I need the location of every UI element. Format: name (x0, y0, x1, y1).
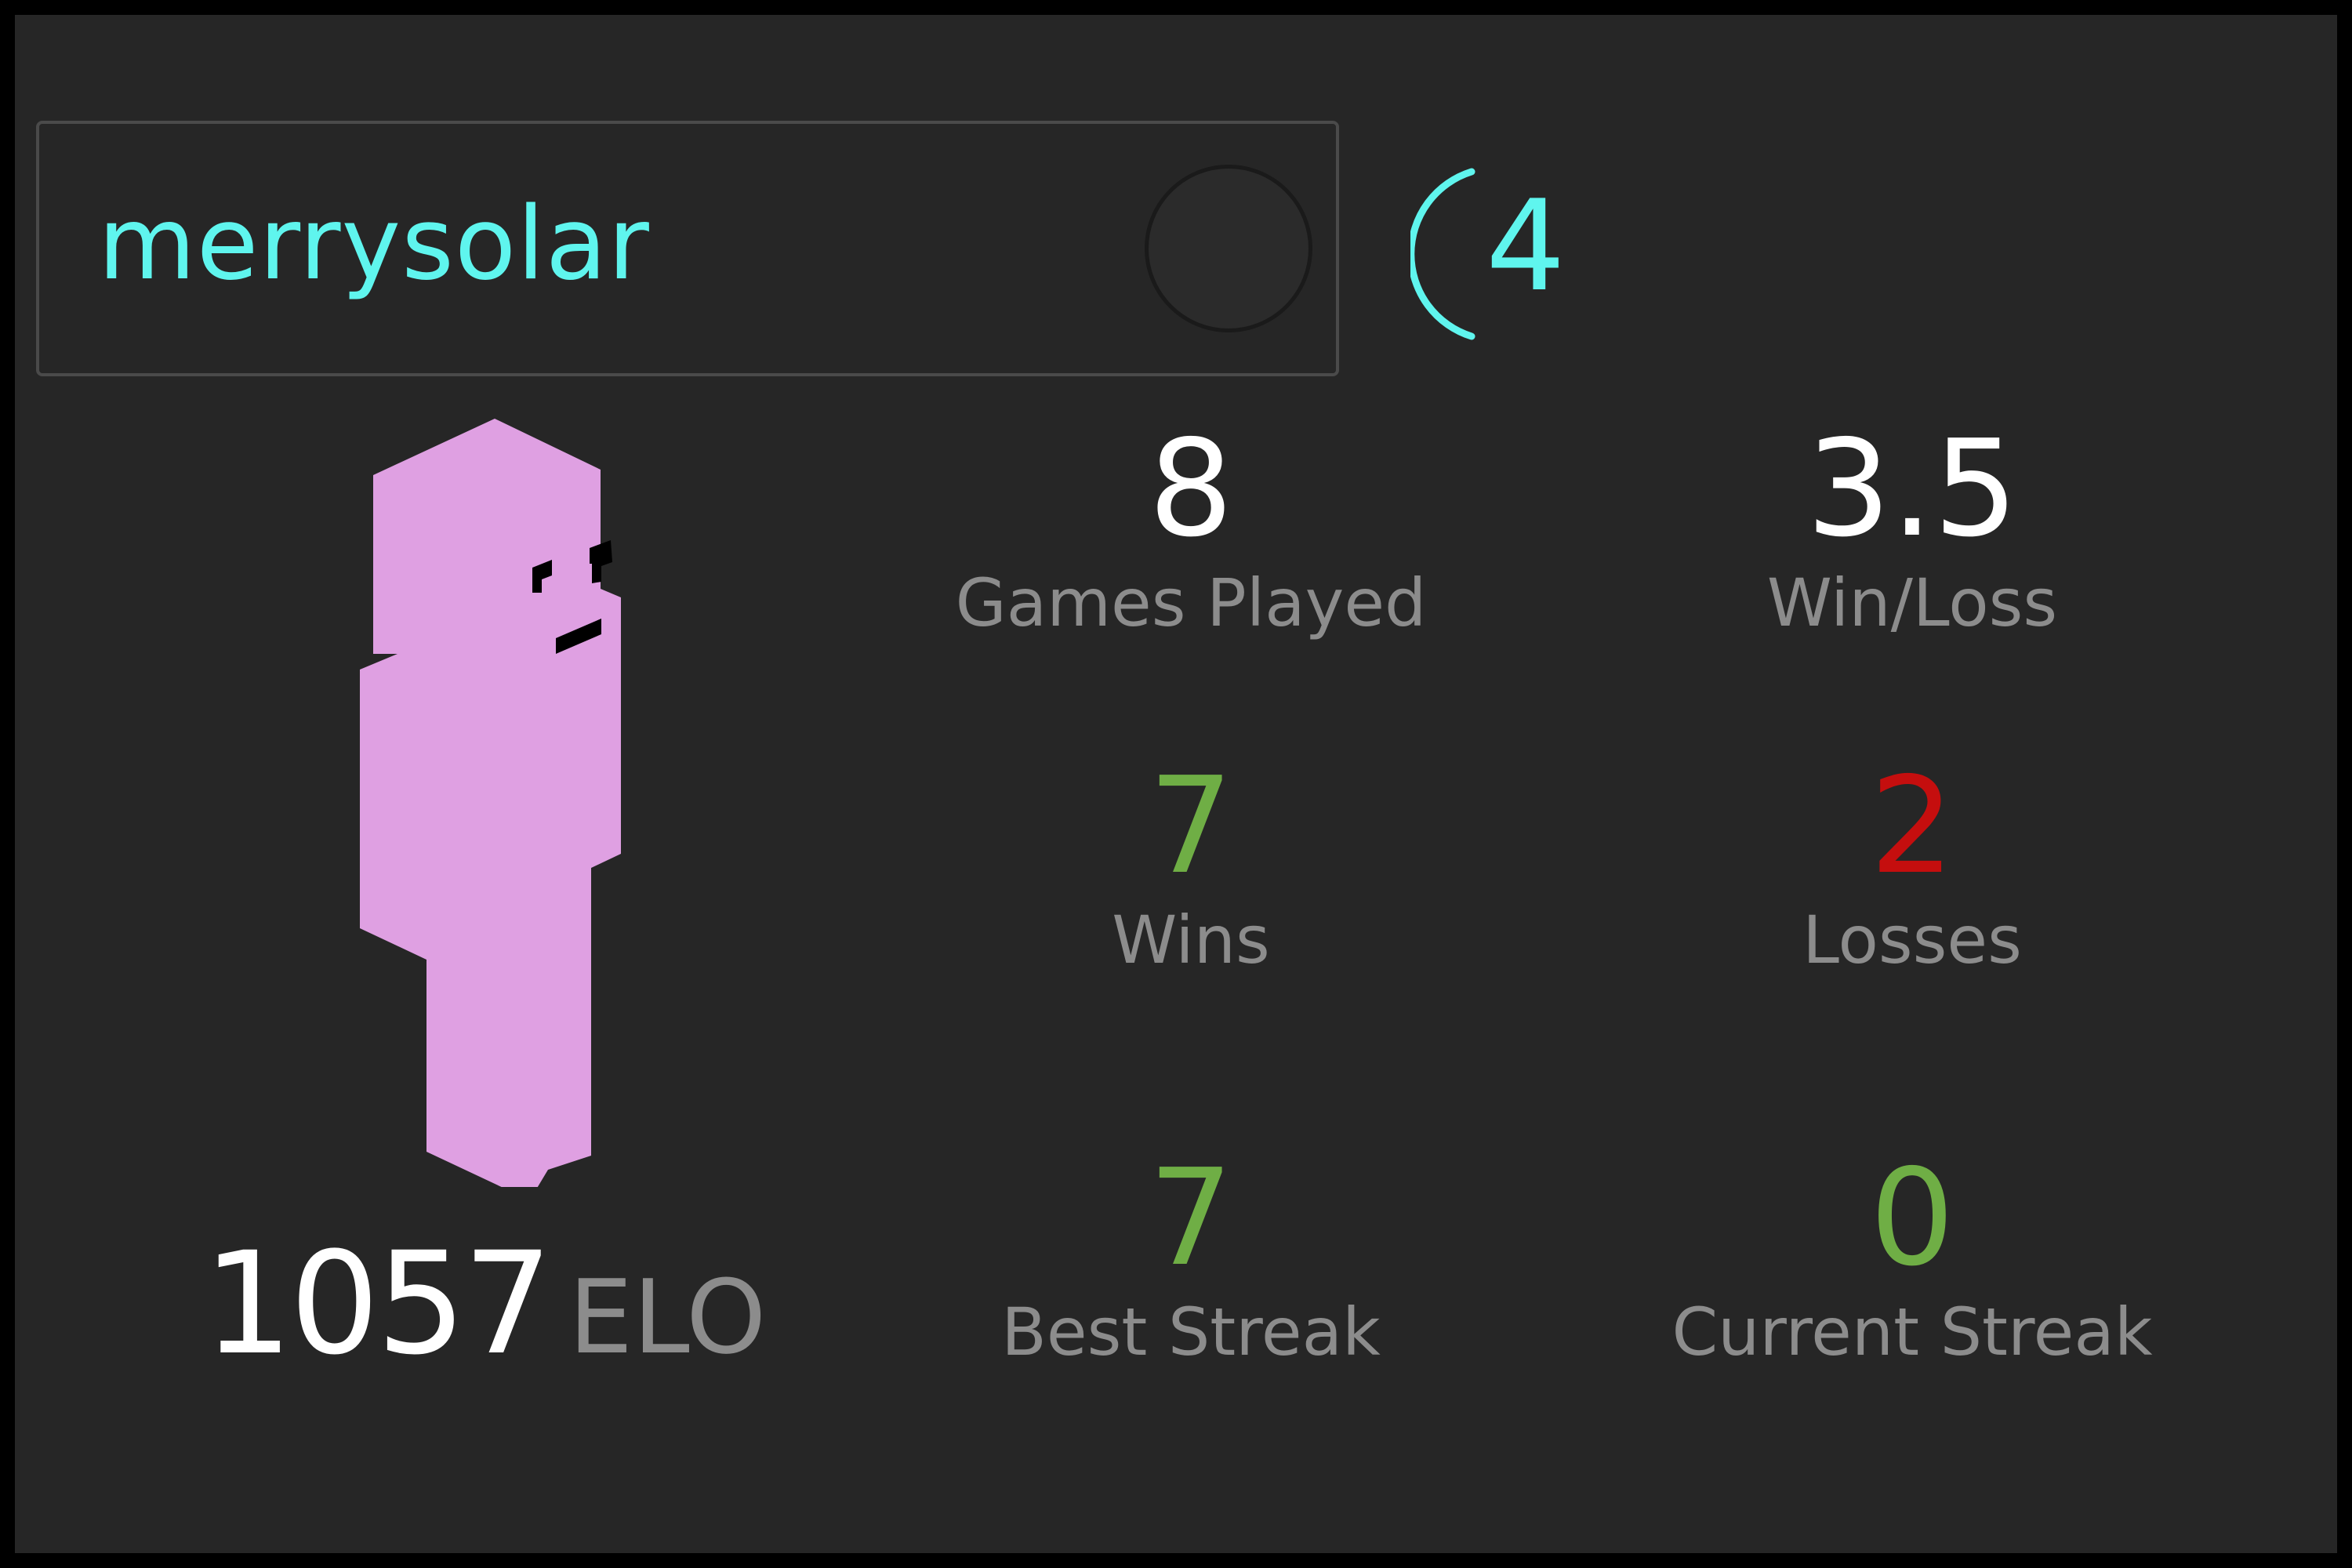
elo-value: 1057 (203, 1222, 553, 1386)
player-stats-card: merrysolar 4 1057 ELO 8 Games Played 3.5 … (15, 15, 2337, 1553)
elo-label: ELO (568, 1258, 767, 1377)
wins-label: Wins (1112, 902, 1270, 978)
elo-rating: 1057 ELO (203, 1226, 766, 1383)
badge-number: 4 (1486, 172, 1566, 319)
badge-arc-icon (1410, 168, 1475, 340)
current-streak-value: 0 (1869, 1141, 1955, 1296)
stat-win-loss: 3.5 Win/Loss (1599, 415, 2226, 642)
player-name: merrysolar (98, 186, 650, 303)
stat-games-played: 8 Games Played (877, 415, 1504, 642)
player-name-box: merrysolar (36, 121, 1339, 376)
player-avatar (360, 419, 621, 1187)
win-loss-label: Win/Loss (1766, 564, 2058, 641)
win-loss-value: 3.5 (1806, 412, 2019, 567)
rank-badge: 4 (1410, 156, 1567, 352)
best-streak-label: Best Streak (1001, 1294, 1381, 1370)
stat-wins: 7 Wins (877, 752, 1504, 979)
status-indicator-icon (1145, 165, 1312, 332)
losses-value: 2 (1869, 749, 1955, 904)
losses-label: Losses (1802, 902, 2022, 978)
games-played-value: 8 (1148, 412, 1234, 567)
stat-current-streak: 0 Current Streak (1599, 1144, 2226, 1371)
current-streak-label: Current Streak (1671, 1294, 2153, 1370)
best-streak-value: 7 (1148, 1141, 1234, 1296)
games-played-label: Games Played (955, 564, 1427, 641)
stat-losses: 2 Losses (1599, 752, 2226, 979)
wins-value: 7 (1148, 749, 1234, 904)
stat-best-streak: 7 Best Streak (877, 1144, 1504, 1371)
